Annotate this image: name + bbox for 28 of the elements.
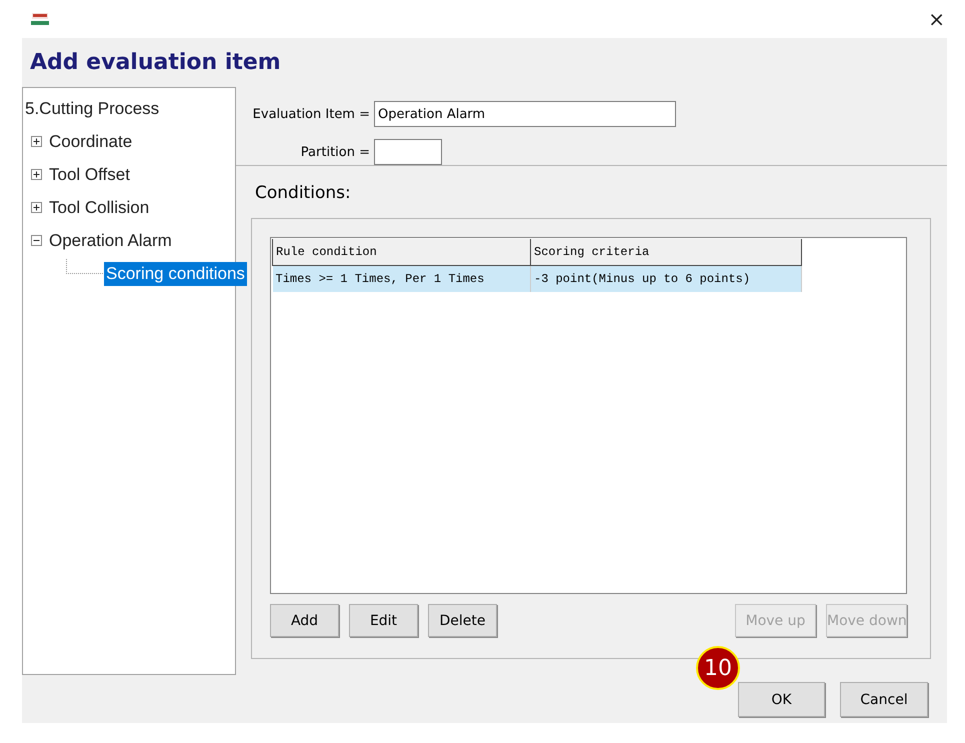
tree-item[interactable]: Coordinate bbox=[47, 130, 134, 154]
column-header[interactable]: Rule condition bbox=[272, 239, 530, 266]
app-logo-icon bbox=[30, 12, 50, 26]
tree-item[interactable]: Operation Alarm bbox=[47, 228, 174, 252]
table-cell: -3 point(Minus up to 6 points) bbox=[530, 266, 802, 292]
input-field[interactable] bbox=[374, 139, 442, 165]
action-button[interactable]: Add bbox=[270, 604, 339, 637]
expand-icon[interactable] bbox=[31, 202, 42, 213]
tree-item[interactable]: 5.Cutting Process bbox=[23, 96, 162, 120]
action-button[interactable]: Delete bbox=[428, 604, 497, 637]
tree-item[interactable]: Tool Offset bbox=[47, 162, 132, 186]
expand-icon[interactable] bbox=[31, 136, 42, 147]
tree-item[interactable]: Scoring conditions bbox=[104, 262, 247, 286]
cancel-button[interactable]: Cancel bbox=[840, 682, 928, 717]
ok-button[interactable]: OK bbox=[738, 682, 825, 717]
expand-icon[interactable] bbox=[31, 169, 42, 180]
conditions-label: Conditions: bbox=[255, 183, 352, 205]
action-button[interactable]: Edit bbox=[349, 604, 418, 637]
table-row[interactable]: Times >= 1 Times, Per 1 Times -3 point(Minus up to 6 points) bbox=[272, 266, 802, 292]
field-label: Partition = bbox=[300, 144, 371, 160]
dialog-title: Add evaluation item bbox=[30, 50, 281, 75]
tree-item[interactable]: Tool Collision bbox=[47, 196, 152, 220]
column-header[interactable]: Scoring criteria bbox=[530, 239, 802, 266]
input-field[interactable]: Operation Alarm bbox=[374, 101, 676, 127]
table-cell: Times >= 1 Times, Per 1 Times bbox=[272, 266, 530, 292]
collapse-icon[interactable] bbox=[31, 235, 42, 246]
close-button[interactable]: × bbox=[928, 7, 945, 31]
field-label: Evaluation Item = bbox=[252, 106, 371, 122]
